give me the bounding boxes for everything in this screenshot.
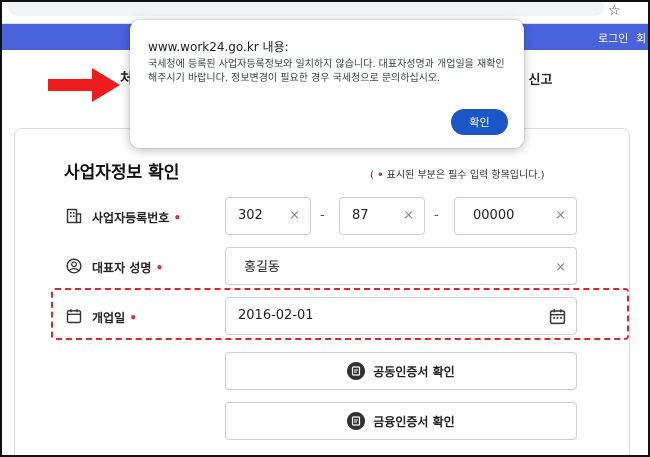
- business-number-part2-input[interactable]: 87 ×: [339, 197, 425, 235]
- representative-name-input[interactable]: 홍길동 ×: [225, 247, 577, 285]
- open-date-label-text: 개업일: [92, 311, 126, 325]
- address-bar[interactable]: [8, 2, 604, 16]
- building-icon: [66, 208, 82, 224]
- certificate-icon: [347, 412, 366, 430]
- representative-label-text: 대표자 성명: [92, 261, 152, 275]
- required-dot: •: [129, 311, 137, 325]
- separator-dash: -: [320, 208, 325, 223]
- business-number-part2-value: 87: [352, 208, 369, 223]
- section-title: 사업자정보 확인: [64, 163, 180, 183]
- clear-icon[interactable]: ×: [289, 208, 300, 223]
- representative-label: 대표자 성명 •: [92, 259, 163, 276]
- joint-certificate-label: 공동인증서 확인: [373, 364, 455, 379]
- required-note-prefix: (: [370, 170, 374, 181]
- open-date-input[interactable]: 2016-02-01: [225, 297, 577, 335]
- clear-icon[interactable]: ×: [555, 208, 566, 223]
- clear-icon[interactable]: ×: [555, 260, 566, 275]
- calendar-icon: [66, 309, 82, 324]
- screenshot-frame: ☆ 로그인 회 처 및 신고 사업자정보 확인 ( • 표시된 부분은 필수 입…: [0, 0, 650, 457]
- calendar-picker-icon[interactable]: [549, 308, 566, 325]
- financial-certificate-label: 금융인증서 확인: [373, 414, 455, 429]
- header-link-truncated[interactable]: 회: [636, 30, 646, 46]
- required-field-note: ( • 표시된 부분은 필수 입력 항목입니다.): [370, 166, 544, 181]
- dialog-message: 국세청에 등록된 사업자등록정보와 일치하지 않습니다. 대표자성명과 개업일을…: [148, 59, 505, 84]
- dialog-title: www.work24.go.kr 내용:: [148, 40, 289, 54]
- dialog-ok-button[interactable]: 확인: [451, 109, 508, 135]
- business-number-label: 사업자등록번호 •: [92, 209, 181, 226]
- business-number-part3-value: 00000: [473, 208, 515, 223]
- star-icon[interactable]: ☆: [608, 3, 621, 19]
- required-note-text: 표시된 부분은 필수 입력 항목입니다.): [383, 170, 545, 181]
- required-dot: •: [173, 211, 182, 225]
- separator-dash: -: [434, 208, 439, 223]
- required-dot: •: [155, 261, 164, 275]
- joint-certificate-button[interactable]: 공동인증서 확인: [225, 352, 577, 390]
- open-date-label: 개업일 •: [92, 309, 137, 326]
- business-number-part3-input[interactable]: 00000 ×: [454, 197, 577, 235]
- alert-dialog: www.work24.go.kr 내용: 국세청에 등록된 사업자등록정보와 일…: [130, 20, 524, 148]
- login-link[interactable]: 로그인: [598, 30, 628, 46]
- clear-icon[interactable]: ×: [403, 208, 414, 223]
- user-circle-icon: [66, 258, 82, 274]
- financial-certificate-button[interactable]: 금융인증서 확인: [225, 402, 577, 440]
- business-number-label-text: 사업자등록번호: [92, 211, 170, 225]
- business-number-part1-input[interactable]: 302 ×: [225, 197, 311, 235]
- open-date-value: 2016-02-01: [238, 308, 314, 323]
- representative-name-value: 홍길동: [244, 260, 280, 275]
- certificate-icon: [347, 362, 366, 380]
- business-number-part1-value: 302: [238, 208, 263, 223]
- red-arrow-annotation: [48, 68, 120, 102]
